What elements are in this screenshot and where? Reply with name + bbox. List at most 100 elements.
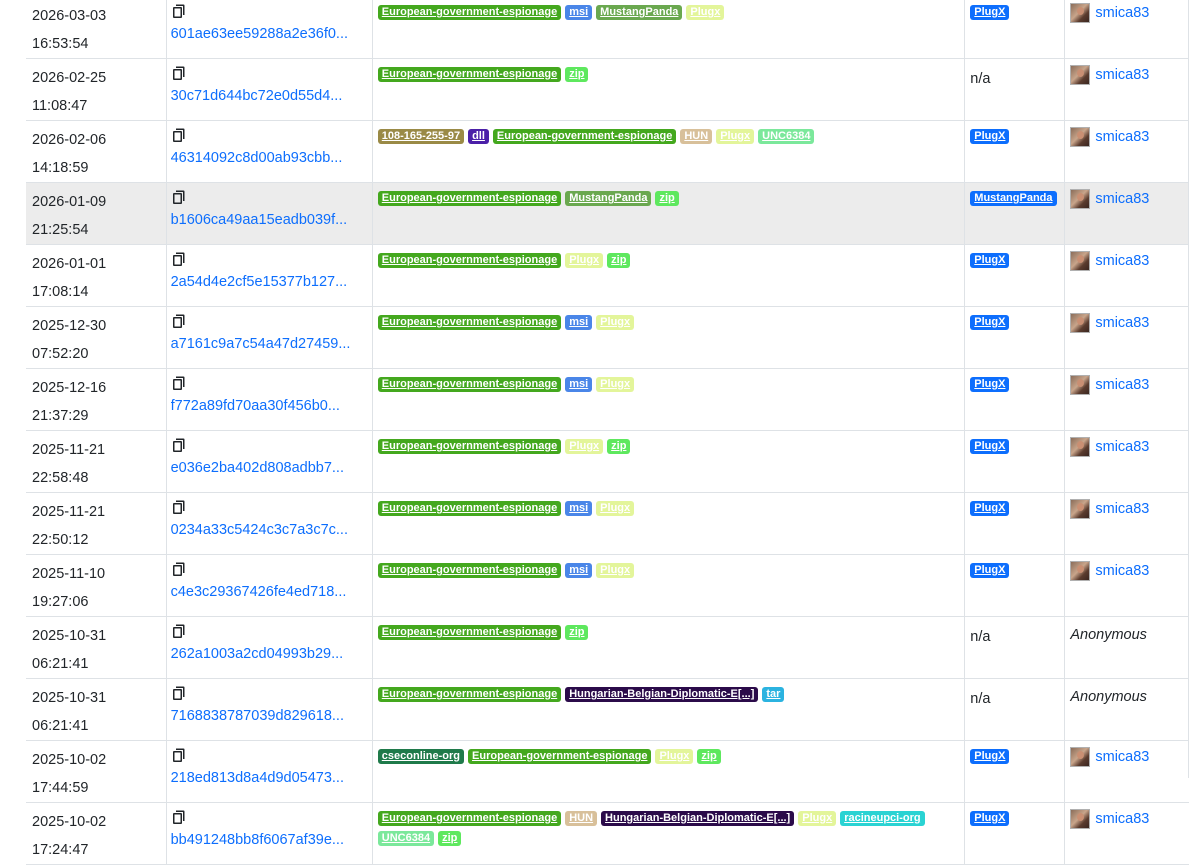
tag-badge[interactable]: European-government-espionage [377,439,562,454]
tag-badge[interactable]: Hungarian-Belgian-Diplomatic-E[...] [565,687,759,702]
reporter-link[interactable]: smica83 [1070,561,1149,581]
tag-badge[interactable]: Plugx [596,315,635,330]
tag-badge[interactable]: European-government-espionage [468,749,652,764]
tag-badge[interactable]: European-government-espionage [377,253,562,268]
tag-badge[interactable]: msi [565,315,593,330]
reporter-link[interactable]: smica83 [1070,65,1149,85]
sha256-link[interactable]: 2a54d4e2cf5e15377b127... [171,274,372,290]
copy-icon[interactable] [171,685,189,705]
tag-badge[interactable]: European-government-espionage [377,563,562,578]
sha256-link[interactable]: 46314092c8d00ab93cbb... [171,150,372,166]
sha256-link[interactable]: 7168838787039d829618... [171,708,372,724]
signature-badge[interactable]: PlugX [970,377,1010,392]
tag-badge[interactable]: msi [565,377,593,392]
tag-badge[interactable]: UNC6384 [377,831,435,846]
copy-icon[interactable] [171,623,189,643]
reporter-link[interactable]: smica83 [1070,809,1149,829]
tag-badge[interactable]: European-government-espionage [377,5,562,20]
sha256-link[interactable]: 218ed813d8a4d9d05473... [171,770,372,786]
tag-badge[interactable]: European-government-espionage [377,625,562,640]
tag-badge[interactable]: msi [565,501,593,516]
tag-badge[interactable]: Plugx [565,253,604,268]
tag-badge[interactable]: racineupci-org [840,811,925,826]
reporter-link[interactable]: smica83 [1070,251,1149,271]
tag-badge[interactable]: MustangPanda [596,5,683,20]
copy-icon[interactable] [171,375,189,395]
signature-badge[interactable]: PlugX [970,501,1010,516]
signature-badge[interactable]: PlugX [970,749,1010,764]
sha256-link[interactable]: bb491248bb8f6067af39e... [171,832,372,848]
reporter-link[interactable]: smica83 [1070,375,1149,395]
tag-badge[interactable]: zip [607,439,631,454]
signature-badge[interactable]: PlugX [970,811,1010,826]
tag-badge[interactable]: European-government-espionage [377,687,562,702]
tag-badge[interactable]: msi [565,563,593,578]
copy-icon[interactable] [171,65,189,85]
tag-badge[interactable]: zip [655,191,679,206]
tag-badge[interactable]: UNC6384 [758,129,815,144]
sha256-link[interactable]: c4e3c29367426fe4ed718... [171,584,372,600]
signature-badge[interactable]: PlugX [970,5,1010,20]
tag-badge[interactable]: European-government-espionage [377,315,562,330]
sha256-link[interactable]: e036e2ba402d808adbb7... [171,460,372,476]
tag-badge[interactable]: Plugx [686,5,725,20]
tag-badge[interactable]: cseconline-org [377,749,465,764]
tag-badge[interactable]: zip [438,831,462,846]
tag-badge[interactable]: HUN [680,129,713,144]
tag-badge[interactable]: Plugx [596,377,635,392]
copy-icon[interactable] [171,499,189,519]
sha256-link[interactable]: 262a1003a2cd04993b29... [171,646,372,662]
tag-badge[interactable]: Plugx [596,563,635,578]
reporter-link[interactable]: smica83 [1070,313,1149,333]
tag-badge[interactable]: msi [565,5,593,20]
reporter-link[interactable]: smica83 [1070,499,1149,519]
tag-badge[interactable]: MustangPanda [565,191,652,206]
tag-badge[interactable]: zip [565,67,589,82]
reporter-link[interactable]: smica83 [1070,3,1149,23]
sha256-link[interactable]: 0234a33c5424c3c7a3c7c... [171,522,372,538]
sha256-link[interactable]: a7161c9a7c54a47d27459... [171,336,372,352]
reporter-link[interactable]: smica83 [1070,127,1149,147]
tag-badge[interactable]: European-government-espionage [377,811,562,826]
signature-badge[interactable]: MustangPanda [970,191,1057,206]
copy-icon[interactable] [171,561,189,581]
tag-badge[interactable]: Plugx [798,811,837,826]
copy-icon[interactable] [171,251,189,271]
tag-badge[interactable]: Plugx [716,129,755,144]
copy-icon[interactable] [171,809,189,829]
tag-badge[interactable]: European-government-espionage [377,67,562,82]
tag-badge[interactable]: European-government-espionage [377,501,562,516]
tag-badge[interactable]: European-government-espionage [377,191,562,206]
tag-badge[interactable]: dll [468,129,489,144]
tag-badge[interactable]: zip [607,253,631,268]
reporter-link[interactable]: smica83 [1070,437,1149,457]
copy-icon[interactable] [171,747,189,767]
tag-badge[interactable]: HUN [565,811,598,826]
copy-icon[interactable] [171,127,189,147]
tag-badge[interactable]: Plugx [565,439,604,454]
signature-badge[interactable]: PlugX [970,129,1010,144]
sha256-link[interactable]: 601ae63ee59288a2e36f0... [171,26,372,42]
signature-badge[interactable]: PlugX [970,253,1010,268]
signature-badge[interactable]: PlugX [970,563,1010,578]
tag-badge[interactable]: Hungarian-Belgian-Diplomatic-E[...] [601,811,795,826]
tag-badge[interactable]: tar [762,687,785,702]
reporter-link[interactable]: smica83 [1070,747,1149,767]
signature-badge[interactable]: PlugX [970,439,1010,454]
copy-icon[interactable] [171,3,189,23]
copy-icon[interactable] [171,437,189,457]
tag-badge[interactable]: European-government-espionage [377,377,562,392]
tag-badge[interactable]: 108-165-255-97 [377,129,465,144]
sha256-link[interactable]: f772a89fd70aa30f456b0... [171,398,372,414]
sha256-link[interactable]: 30c71d644bc72e0d55d4... [171,88,372,104]
tag-badge[interactable]: Plugx [596,501,635,516]
tag-badge[interactable]: Plugx [655,749,694,764]
sha256-link[interactable]: b1606ca49aa15eadb039f... [171,212,372,228]
copy-icon[interactable] [171,189,189,209]
tag-badge[interactable]: European-government-espionage [492,129,677,144]
copy-icon[interactable] [171,313,189,333]
tag-badge[interactable]: zip [697,749,721,764]
reporter-link[interactable]: smica83 [1070,189,1149,209]
tag-badge[interactable]: zip [565,625,589,640]
signature-badge[interactable]: PlugX [970,315,1010,330]
